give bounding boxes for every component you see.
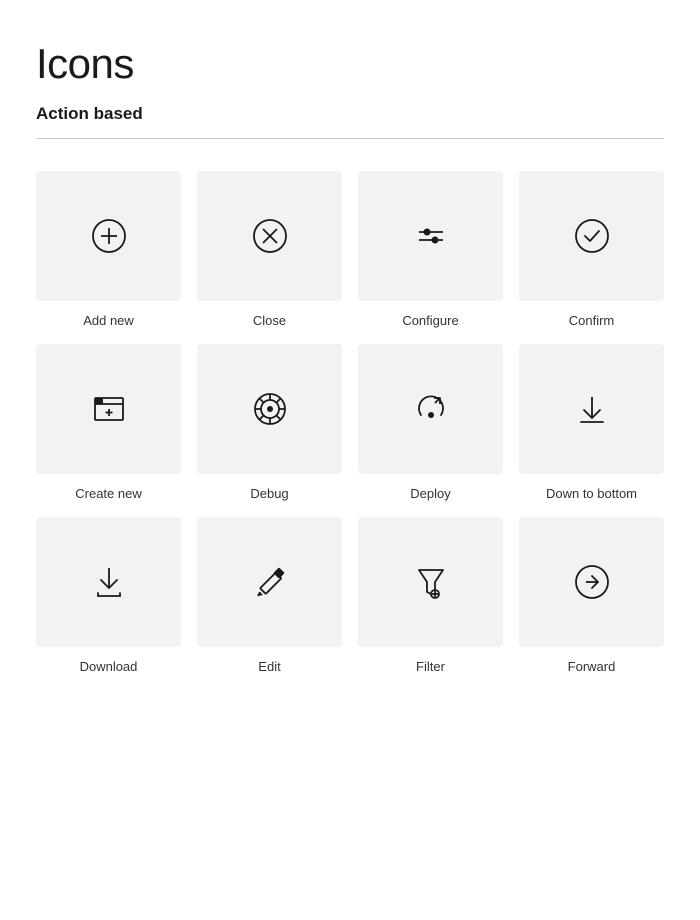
icon-item-create-new: Create new [36,344,181,501]
download-icon [85,558,133,606]
icons-grid: Add new Close Configure [36,171,664,674]
down-to-bottom-label: Down to bottom [546,486,637,501]
configure-icon [407,212,455,260]
add-new-label: Add new [83,313,134,328]
deploy-icon [407,385,455,433]
confirm-icon-box [519,171,664,301]
deploy-icon-box [358,344,503,474]
filter-label: Filter [416,659,445,674]
icon-item-debug: Debug [197,344,342,501]
debug-icon [246,385,294,433]
configure-icon-box [358,171,503,301]
icon-item-download: Download [36,517,181,674]
icon-item-configure: Configure [358,171,503,328]
icon-item-close: Close [197,171,342,328]
forward-label: Forward [568,659,616,674]
add-new-icon-box [36,171,181,301]
deploy-label: Deploy [410,486,450,501]
create-new-label: Create new [75,486,141,501]
icon-item-add-new: Add new [36,171,181,328]
download-label: Download [80,659,138,674]
close-icon-box [197,171,342,301]
edit-icon-box [197,517,342,647]
create-new-icon [85,385,133,433]
icon-item-confirm: Confirm [519,171,664,328]
download-icon-box [36,517,181,647]
add-new-icon [85,212,133,260]
filter-icon-box [358,517,503,647]
down-to-bottom-icon [568,385,616,433]
confirm-label: Confirm [569,313,615,328]
icon-item-deploy: Deploy [358,344,503,501]
create-new-icon-box [36,344,181,474]
icon-item-forward: Forward [519,517,664,674]
icon-item-edit: Edit [197,517,342,674]
section-title: Action based [36,104,664,124]
close-icon [246,212,294,260]
icon-item-filter: Filter [358,517,503,674]
down-to-bottom-icon-box [519,344,664,474]
edit-label: Edit [258,659,280,674]
section-divider [36,138,664,139]
forward-icon-box [519,517,664,647]
page-title: Icons [36,40,664,88]
debug-label: Debug [250,486,288,501]
configure-label: Configure [402,313,458,328]
edit-icon [246,558,294,606]
forward-icon [568,558,616,606]
icon-item-down-to-bottom: Down to bottom [519,344,664,501]
close-label: Close [253,313,286,328]
debug-icon-box [197,344,342,474]
confirm-icon [568,212,616,260]
filter-icon [407,558,455,606]
